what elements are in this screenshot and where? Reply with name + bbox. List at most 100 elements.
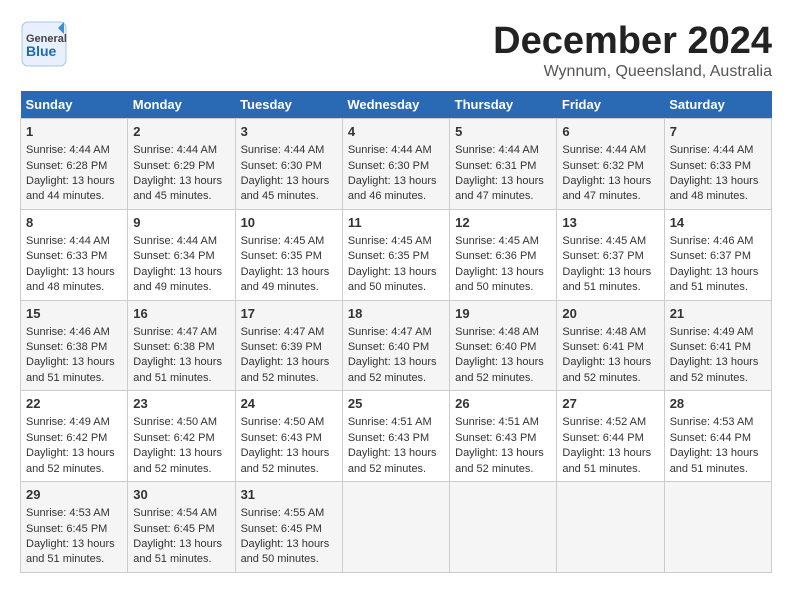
day-number: 31 [241, 486, 337, 504]
sunset-text: Sunset: 6:38 PM [26, 341, 107, 353]
sunset-text: Sunset: 6:36 PM [455, 250, 536, 262]
day-number: 4 [348, 123, 444, 141]
daylight-text: Daylight: 13 hours and 46 minutes. [348, 175, 437, 202]
day-number: 8 [26, 214, 122, 232]
calendar-cell: 28 Sunrise: 4:53 AM Sunset: 6:44 PM Dayl… [664, 391, 771, 482]
calendar-cell: 31 Sunrise: 4:55 AM Sunset: 6:45 PM Dayl… [235, 482, 342, 573]
daylight-text: Daylight: 13 hours and 52 minutes. [348, 356, 437, 383]
sunset-text: Sunset: 6:41 PM [670, 341, 751, 353]
calendar-week-row: 8 Sunrise: 4:44 AM Sunset: 6:33 PM Dayli… [21, 209, 772, 300]
calendar-cell: 8 Sunrise: 4:44 AM Sunset: 6:33 PM Dayli… [21, 209, 128, 300]
sunrise-text: Sunrise: 4:45 AM [348, 235, 432, 247]
calendar-week-row: 15 Sunrise: 4:46 AM Sunset: 6:38 PM Dayl… [21, 300, 772, 391]
sunset-text: Sunset: 6:45 PM [26, 523, 107, 535]
calendar-cell: 30 Sunrise: 4:54 AM Sunset: 6:45 PM Dayl… [128, 482, 235, 573]
calendar-cell: 5 Sunrise: 4:44 AM Sunset: 6:31 PM Dayli… [450, 119, 557, 210]
sunrise-text: Sunrise: 4:55 AM [241, 507, 325, 519]
sunset-text: Sunset: 6:40 PM [455, 341, 536, 353]
calendar-cell: 6 Sunrise: 4:44 AM Sunset: 6:32 PM Dayli… [557, 119, 664, 210]
sunset-text: Sunset: 6:44 PM [670, 432, 751, 444]
sunrise-text: Sunrise: 4:51 AM [455, 416, 539, 428]
calendar-cell: 13 Sunrise: 4:45 AM Sunset: 6:37 PM Dayl… [557, 209, 664, 300]
days-header-row: SundayMondayTuesdayWednesdayThursdayFrid… [21, 91, 772, 119]
day-number: 18 [348, 305, 444, 323]
logo: General Blue [20, 20, 68, 68]
daylight-text: Daylight: 13 hours and 49 minutes. [241, 266, 330, 293]
sunrise-text: Sunrise: 4:51 AM [348, 416, 432, 428]
daylight-text: Daylight: 13 hours and 48 minutes. [670, 175, 759, 202]
calendar-cell [664, 482, 771, 573]
sunset-text: Sunset: 6:34 PM [133, 250, 214, 262]
daylight-text: Daylight: 13 hours and 51 minutes. [670, 447, 759, 474]
day-number: 10 [241, 214, 337, 232]
day-number: 7 [670, 123, 766, 141]
sunrise-text: Sunrise: 4:46 AM [670, 235, 754, 247]
svg-text:Blue: Blue [26, 43, 57, 59]
sunrise-text: Sunrise: 4:44 AM [26, 235, 110, 247]
calendar-cell [450, 482, 557, 573]
daylight-text: Daylight: 13 hours and 51 minutes. [670, 266, 759, 293]
sunset-text: Sunset: 6:39 PM [241, 341, 322, 353]
calendar-table: SundayMondayTuesdayWednesdayThursdayFrid… [20, 91, 772, 573]
sunset-text: Sunset: 6:43 PM [348, 432, 429, 444]
daylight-text: Daylight: 13 hours and 51 minutes. [562, 266, 651, 293]
day-number: 1 [26, 123, 122, 141]
day-number: 16 [133, 305, 229, 323]
day-number: 5 [455, 123, 551, 141]
sunset-text: Sunset: 6:42 PM [133, 432, 214, 444]
daylight-text: Daylight: 13 hours and 52 minutes. [133, 447, 222, 474]
sunset-text: Sunset: 6:35 PM [348, 250, 429, 262]
sunrise-text: Sunrise: 4:45 AM [562, 235, 646, 247]
day-header-saturday: Saturday [664, 91, 771, 119]
sunrise-text: Sunrise: 4:49 AM [26, 416, 110, 428]
calendar-cell: 26 Sunrise: 4:51 AM Sunset: 6:43 PM Dayl… [450, 391, 557, 482]
calendar-cell: 17 Sunrise: 4:47 AM Sunset: 6:39 PM Dayl… [235, 300, 342, 391]
sunrise-text: Sunrise: 4:48 AM [455, 326, 539, 338]
day-number: 19 [455, 305, 551, 323]
calendar-week-row: 22 Sunrise: 4:49 AM Sunset: 6:42 PM Dayl… [21, 391, 772, 482]
calendar-cell: 29 Sunrise: 4:53 AM Sunset: 6:45 PM Dayl… [21, 482, 128, 573]
day-number: 23 [133, 395, 229, 413]
day-number: 30 [133, 486, 229, 504]
sunset-text: Sunset: 6:32 PM [562, 160, 643, 172]
daylight-text: Daylight: 13 hours and 48 minutes. [26, 266, 115, 293]
calendar-cell: 20 Sunrise: 4:48 AM Sunset: 6:41 PM Dayl… [557, 300, 664, 391]
calendar-cell: 1 Sunrise: 4:44 AM Sunset: 6:28 PM Dayli… [21, 119, 128, 210]
calendar-cell: 25 Sunrise: 4:51 AM Sunset: 6:43 PM Dayl… [342, 391, 449, 482]
sunset-text: Sunset: 6:37 PM [670, 250, 751, 262]
calendar-cell: 27 Sunrise: 4:52 AM Sunset: 6:44 PM Dayl… [557, 391, 664, 482]
calendar-cell: 10 Sunrise: 4:45 AM Sunset: 6:35 PM Dayl… [235, 209, 342, 300]
sunset-text: Sunset: 6:37 PM [562, 250, 643, 262]
day-number: 9 [133, 214, 229, 232]
sunrise-text: Sunrise: 4:44 AM [26, 144, 110, 156]
sunset-text: Sunset: 6:33 PM [26, 250, 107, 262]
sunrise-text: Sunrise: 4:53 AM [26, 507, 110, 519]
title-area: December 2024 Wynnum, Queensland, Austra… [493, 20, 772, 81]
calendar-cell: 12 Sunrise: 4:45 AM Sunset: 6:36 PM Dayl… [450, 209, 557, 300]
sunrise-text: Sunrise: 4:44 AM [133, 235, 217, 247]
sunrise-text: Sunrise: 4:54 AM [133, 507, 217, 519]
daylight-text: Daylight: 13 hours and 44 minutes. [26, 175, 115, 202]
daylight-text: Daylight: 13 hours and 51 minutes. [133, 538, 222, 565]
sunset-text: Sunset: 6:42 PM [26, 432, 107, 444]
sunrise-text: Sunrise: 4:45 AM [455, 235, 539, 247]
sunrise-text: Sunrise: 4:50 AM [133, 416, 217, 428]
sunrise-text: Sunrise: 4:44 AM [670, 144, 754, 156]
calendar-cell: 9 Sunrise: 4:44 AM Sunset: 6:34 PM Dayli… [128, 209, 235, 300]
calendar-cell: 15 Sunrise: 4:46 AM Sunset: 6:38 PM Dayl… [21, 300, 128, 391]
day-number: 11 [348, 214, 444, 232]
sunset-text: Sunset: 6:45 PM [133, 523, 214, 535]
sunrise-text: Sunrise: 4:44 AM [133, 144, 217, 156]
calendar-cell: 3 Sunrise: 4:44 AM Sunset: 6:30 PM Dayli… [235, 119, 342, 210]
daylight-text: Daylight: 13 hours and 50 minutes. [241, 538, 330, 565]
sunset-text: Sunset: 6:28 PM [26, 160, 107, 172]
daylight-text: Daylight: 13 hours and 52 minutes. [241, 356, 330, 383]
day-number: 21 [670, 305, 766, 323]
daylight-text: Daylight: 13 hours and 50 minutes. [455, 266, 544, 293]
day-header-tuesday: Tuesday [235, 91, 342, 119]
daylight-text: Daylight: 13 hours and 45 minutes. [241, 175, 330, 202]
day-number: 25 [348, 395, 444, 413]
sunrise-text: Sunrise: 4:50 AM [241, 416, 325, 428]
sunrise-text: Sunrise: 4:44 AM [562, 144, 646, 156]
calendar-cell: 11 Sunrise: 4:45 AM Sunset: 6:35 PM Dayl… [342, 209, 449, 300]
